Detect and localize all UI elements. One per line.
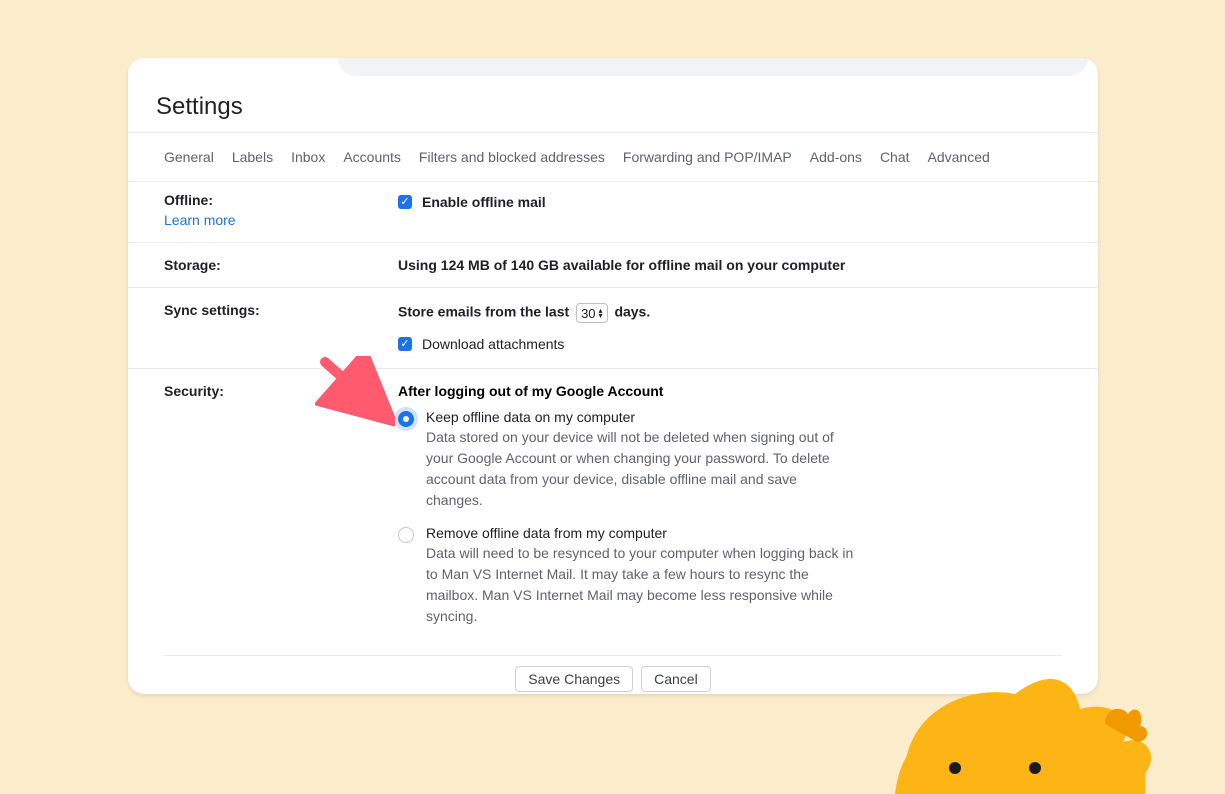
tab-chat[interactable]: Chat [880, 149, 910, 165]
cancel-button[interactable]: Cancel [641, 666, 711, 692]
security-heading: After logging out of my Google Account [398, 383, 1062, 399]
page-title: Settings [156, 93, 243, 121]
enable-offline-label: Enable offline mail [422, 194, 546, 210]
settings-panel: Settings General Labels Inbox Accounts F… [128, 58, 1098, 694]
radio-keep-data[interactable] [398, 411, 414, 427]
enable-offline-checkbox[interactable]: ✓ [398, 195, 412, 209]
security-row: Security: After logging out of my Google… [128, 369, 1098, 655]
tab-labels[interactable]: Labels [232, 149, 273, 165]
sync-days-select[interactable]: 30 ▴▾ [576, 303, 607, 323]
radio-remove-data[interactable] [398, 527, 414, 543]
tab-forwarding[interactable]: Forwarding and POP/IMAP [623, 149, 792, 165]
download-attachments-label: Download attachments [422, 336, 564, 352]
sync-pre: Store emails from the last [398, 304, 569, 320]
save-button[interactable]: Save Changes [515, 666, 633, 692]
security-option-keep: Keep offline data on my computer Data st… [398, 409, 1062, 511]
download-attachments-checkbox[interactable]: ✓ [398, 337, 412, 351]
tab-advanced[interactable]: Advanced [928, 149, 990, 165]
security-option-remove: Remove offline data from my computer Dat… [398, 525, 1062, 627]
tab-addons[interactable]: Add-ons [810, 149, 862, 165]
remove-data-desc: Data will need to be resynced to your co… [426, 543, 856, 627]
security-label: Security: [164, 383, 224, 399]
offline-label: Offline: [164, 192, 213, 208]
tab-accounts[interactable]: Accounts [343, 149, 401, 165]
sync-row: Sync settings: Store emails from the las… [128, 288, 1098, 369]
actions-row: Save Changes Cancel [164, 655, 1062, 694]
tab-filters[interactable]: Filters and blocked addresses [419, 149, 605, 165]
storage-row: Storage: Using 124 MB of 140 GB availabl… [128, 243, 1098, 288]
select-carets-icon: ▴▾ [599, 308, 603, 318]
settings-body: Offline: Learn more ✓ Enable offline mai… [128, 178, 1098, 694]
learn-more-link[interactable]: Learn more [164, 212, 398, 228]
keep-data-title: Keep offline data on my computer [426, 409, 856, 425]
sync-label: Sync settings: [164, 302, 260, 318]
remove-data-title: Remove offline data from my computer [426, 525, 856, 541]
sync-post: days. [614, 304, 650, 320]
tab-inbox[interactable]: Inbox [291, 149, 325, 165]
sync-days-value: 30 [581, 306, 595, 321]
storage-text: Using 124 MB of 140 GB available for off… [398, 257, 845, 273]
keep-data-desc: Data stored on your device will not be d… [426, 427, 856, 511]
settings-tabs: General Labels Inbox Accounts Filters an… [128, 132, 1098, 182]
search-bar-stub [338, 58, 1088, 76]
offline-row: Offline: Learn more ✓ Enable offline mai… [128, 178, 1098, 243]
tab-general[interactable]: General [164, 149, 214, 165]
storage-label: Storage: [164, 257, 221, 273]
